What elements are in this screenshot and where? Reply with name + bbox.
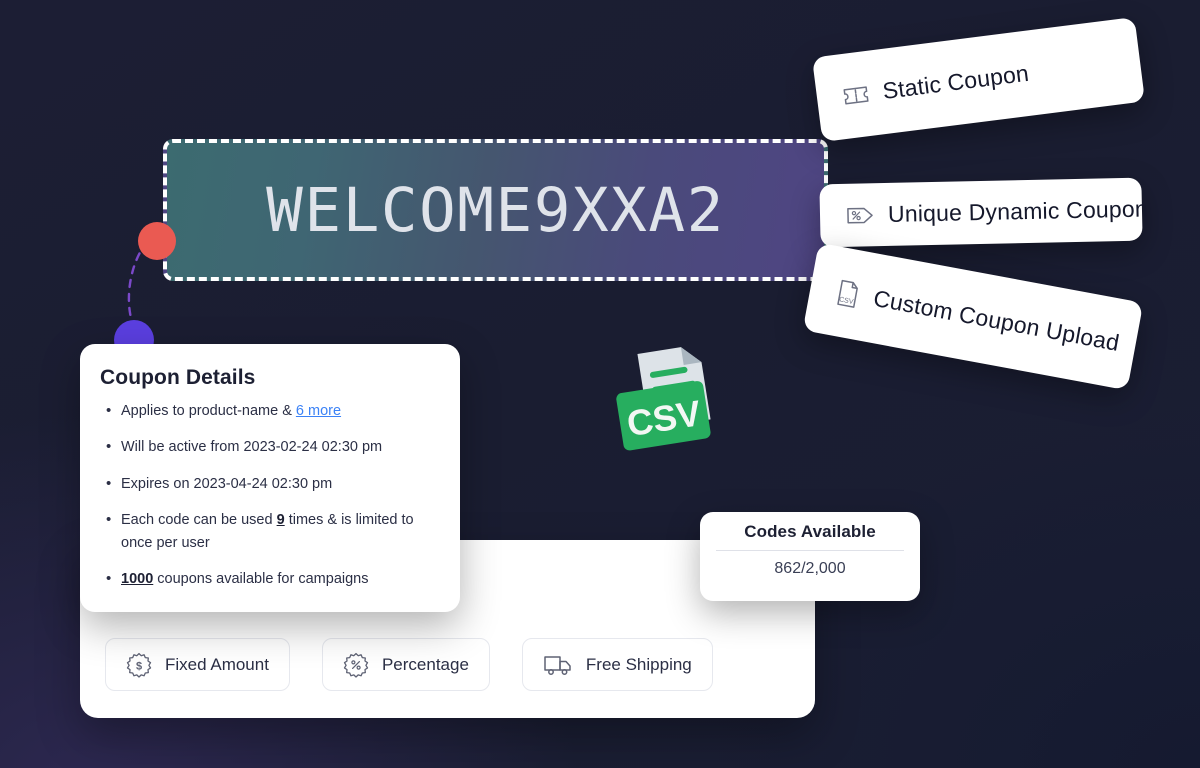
list-item: Each code can be used 9 times & is limit… bbox=[100, 508, 436, 554]
more-products-link[interactable]: 6 more bbox=[296, 403, 341, 419]
coupon-code-text: WELCOME9XXA2 bbox=[266, 174, 725, 246]
csv-file-graphic: CSV bbox=[616, 347, 711, 451]
coupon-type-label: Unique Dynamic Coupon bbox=[887, 195, 1149, 227]
chip-fixed-amount[interactable]: $ Fixed Amount bbox=[105, 638, 290, 691]
list-item: Applies to product-name & 6 more bbox=[100, 399, 436, 423]
ticket-icon bbox=[843, 85, 869, 105]
chip-label: Percentage bbox=[381, 654, 469, 674]
coupon-code-banner[interactable]: WELCOME9XXA2 bbox=[163, 139, 828, 281]
list-item: Expires on 2023-04-24 02:30 pm bbox=[100, 472, 436, 496]
coupon-details-list: Applies to product-name & 6 more Will be… bbox=[100, 399, 436, 591]
chip-label: Fixed Amount bbox=[165, 654, 269, 674]
codes-available-card: Codes Available 862/2,000 bbox=[700, 512, 920, 601]
truck-icon bbox=[544, 655, 571, 675]
marker-dot-top bbox=[138, 222, 176, 260]
chip-free-shipping[interactable]: Free Shipping bbox=[521, 638, 713, 691]
coupon-type-card-upload[interactable]: CSV Custom Coupon Upload bbox=[802, 242, 1144, 391]
dollar-badge-icon: $ bbox=[126, 652, 152, 678]
coupon-details-title: Coupon Details bbox=[100, 366, 256, 389]
coupon-type-label: Static Coupon bbox=[881, 59, 1031, 104]
canvas-background: WELCOME9XXA2 Static Coupon Unique Dynami… bbox=[0, 0, 1200, 768]
discount-type-row: $ Fixed Amount Percentage Free Shipping bbox=[105, 638, 713, 691]
percent-tag-icon bbox=[847, 207, 873, 224]
percent-badge-icon bbox=[343, 652, 369, 678]
svg-text:$: $ bbox=[136, 660, 142, 672]
codes-available-value: 862/2,000 bbox=[774, 560, 846, 577]
coupon-type-card-dynamic[interactable]: Unique Dynamic Coupon bbox=[819, 177, 1148, 248]
coupon-type-card-static[interactable]: Static Coupon bbox=[811, 16, 1146, 143]
usage-count-value: 9 bbox=[276, 512, 285, 529]
chip-label: Free Shipping bbox=[585, 654, 692, 674]
list-item: Will be active from 2023-02-24 02:30 pm bbox=[100, 435, 436, 459]
codes-available-title: Codes Available bbox=[744, 522, 876, 541]
chip-percentage[interactable]: Percentage bbox=[321, 638, 490, 691]
coupon-type-label: Custom Coupon Upload bbox=[871, 284, 1122, 356]
coupon-details-card: Coupon Details Applies to product-name &… bbox=[80, 344, 460, 612]
coupon-total-value: 1000 bbox=[121, 571, 154, 588]
divider bbox=[716, 550, 904, 551]
csv-file-icon: CSV bbox=[837, 279, 859, 308]
list-item: 1000 coupons available for campaigns bbox=[100, 567, 436, 591]
